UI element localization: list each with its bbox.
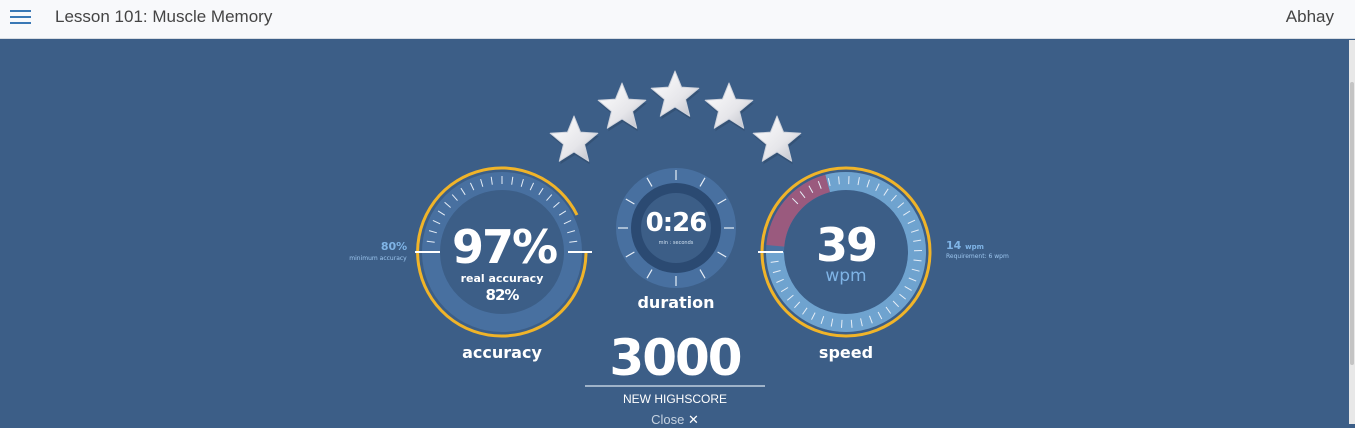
speed-unit: wpm: [796, 266, 896, 286]
accuracy-label: accuracy: [442, 343, 562, 362]
new-highscore-label: NEW HIGHSCORE: [585, 392, 765, 406]
scrollbar-thumb[interactable]: [1350, 82, 1354, 365]
minimum-accuracy-label: minimum accuracy: [340, 255, 416, 262]
speed-label: speed: [786, 343, 906, 362]
speed-requirement-label: Requirement: 6 wpm: [946, 253, 1009, 260]
speed-requirement-unit: wpm: [965, 243, 984, 251]
duration-value: 0:26: [636, 208, 716, 238]
scrollbar[interactable]: [1349, 40, 1355, 424]
real-accuracy-value: 82%: [452, 286, 552, 304]
minimum-accuracy-value: 80%: [372, 240, 416, 253]
speed-requirement-number: 14: [946, 239, 961, 252]
tick-mark: [851, 320, 852, 328]
tick-mark: [842, 320, 843, 328]
duration-unit: min : seconds: [636, 240, 716, 246]
speed-requirement-value: 14 wpm: [946, 239, 984, 252]
close-label: Close: [651, 412, 684, 427]
duration-label: duration: [616, 293, 736, 312]
star-rating: [550, 71, 802, 164]
close-button[interactable]: Close ✕: [640, 412, 710, 428]
score-divider: [585, 385, 765, 387]
real-accuracy-label: real accuracy: [452, 272, 552, 285]
accuracy-value: 97%: [452, 222, 552, 272]
close-icon: ✕: [688, 412, 699, 427]
tick-mark: [839, 176, 840, 184]
speed-value: 39: [796, 219, 896, 271]
score-value: 3000: [585, 330, 765, 386]
